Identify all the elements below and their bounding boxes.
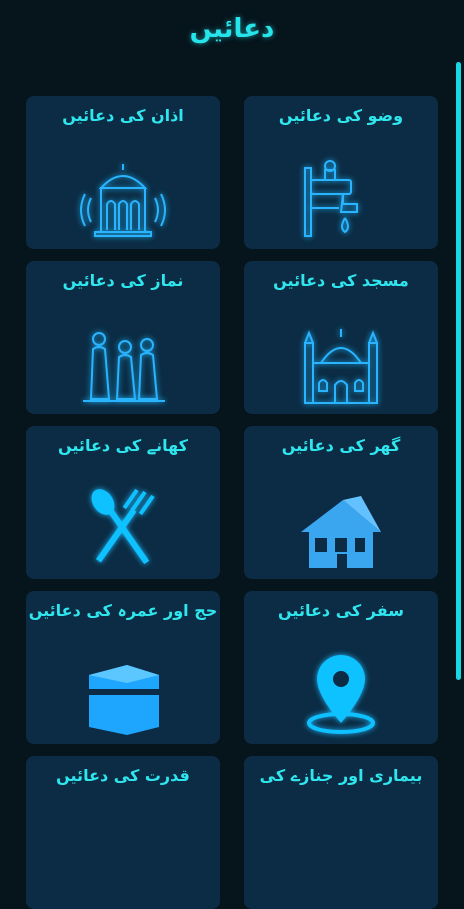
- card-label: سفر کی دعائیں: [278, 601, 404, 620]
- card-label: قدرت کی دعائیں: [56, 766, 190, 785]
- card-label: مسجد کی دعائیں: [273, 271, 409, 290]
- card-qudrat[interactable]: قدرت کی دعائیں: [26, 756, 220, 909]
- card-label: وضو کی دعائیں: [278, 106, 404, 125]
- card-label: نماز کی دعائیں: [62, 271, 184, 290]
- card-ghar[interactable]: گھر کی دعائیں: [244, 426, 438, 579]
- mosque-icon: [291, 323, 391, 405]
- water-tap-icon: [291, 158, 391, 240]
- card-label: اذان کی دعائیں: [62, 106, 184, 125]
- card-label: گھر کی دعائیں: [281, 436, 401, 455]
- card-label: بیماری اور جنازے کی: [259, 766, 423, 785]
- duas-grid: وضو کی دعائیں اذان کی دعائیں مسجد کی دعا…: [0, 0, 464, 909]
- house-icon: [291, 488, 391, 570]
- card-bimari[interactable]: بیماری اور جنازے کی: [244, 756, 438, 909]
- card-azan[interactable]: اذان کی دعائیں: [26, 96, 220, 249]
- card-safar[interactable]: سفر کی دعائیں: [244, 591, 438, 744]
- spoon-fork-icon: [73, 488, 173, 570]
- card-wudu[interactable]: وضو کی دعائیں: [244, 96, 438, 249]
- card-khana[interactable]: کھانے کی دعائیں: [26, 426, 220, 579]
- card-masjid[interactable]: مسجد کی دعائیں: [244, 261, 438, 414]
- kaaba-icon: [73, 653, 173, 735]
- mosque-speaker-icon: [73, 158, 173, 240]
- location-pin-icon: [291, 653, 391, 735]
- praying-men-icon: [73, 323, 173, 405]
- card-namaz[interactable]: نماز کی دعائیں: [26, 261, 220, 414]
- card-hajj[interactable]: حج اور عمرہ کی دعائیں: [26, 591, 220, 744]
- card-label: کھانے کی دعائیں: [58, 436, 188, 455]
- card-label: حج اور عمرہ کی دعائیں: [28, 601, 218, 620]
